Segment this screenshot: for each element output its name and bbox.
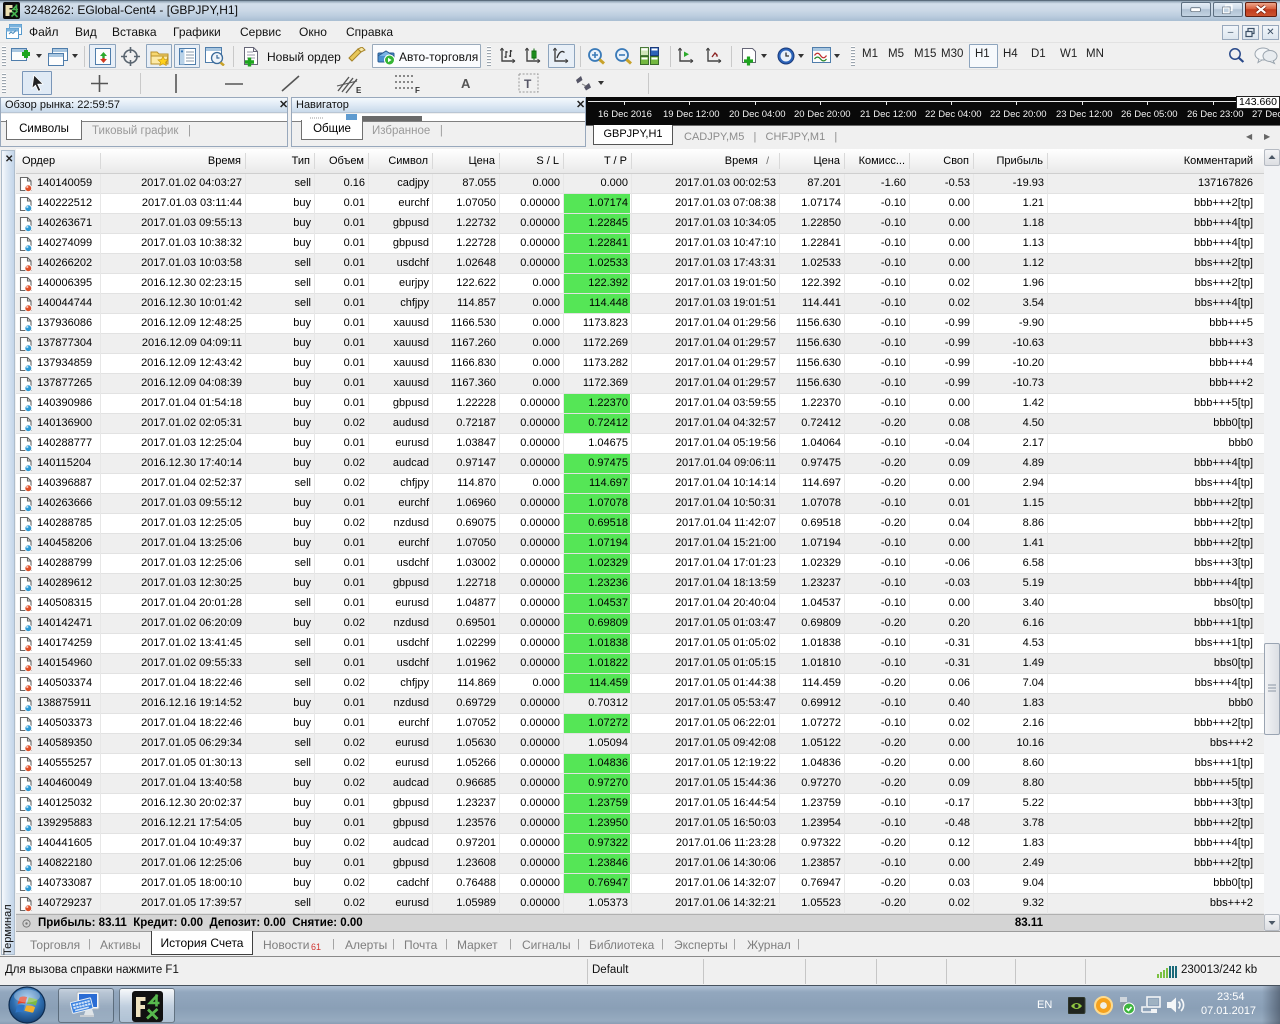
svg-text:T: T bbox=[524, 77, 532, 91]
svg-text:F: F bbox=[415, 86, 420, 94]
svg-text:E: E bbox=[356, 86, 362, 94]
